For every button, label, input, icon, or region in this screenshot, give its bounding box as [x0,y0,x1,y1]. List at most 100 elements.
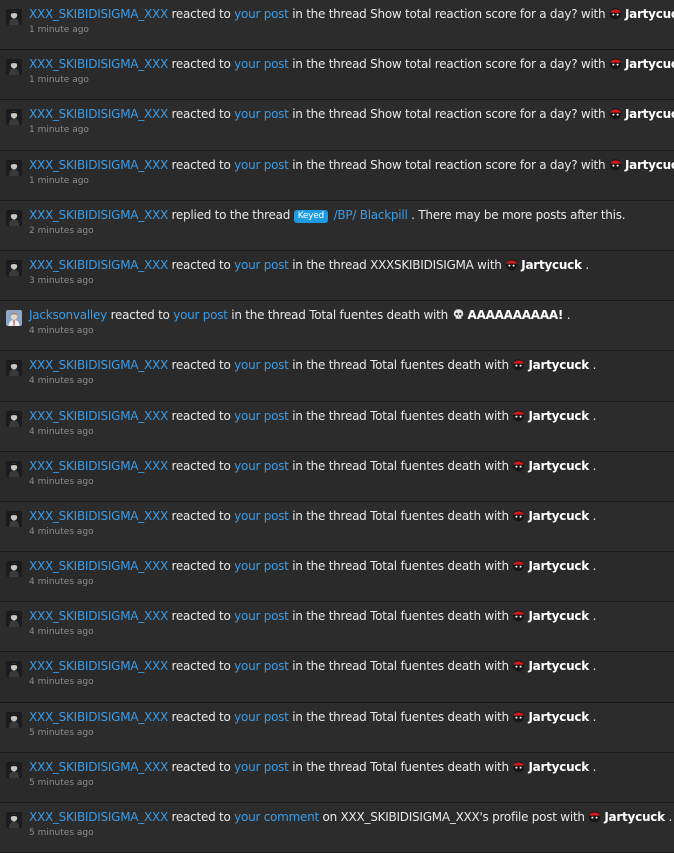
post-link[interactable]: your post [234,358,289,372]
username-link[interactable]: XXX_SKIBIDISIGMA_XXX [29,509,168,523]
red-faced-emoji-icon [512,459,525,472]
alert-timestamp[interactable]: 4 minutes ago [29,676,674,688]
post-link[interactable]: your post [234,659,289,673]
post-link[interactable]: your post [234,559,289,573]
post-link[interactable]: your post [234,107,289,121]
username-link[interactable]: XXX_SKIBIDISIGMA_XXX [29,358,168,372]
avatar-user[interactable] [6,109,22,126]
post-link[interactable]: your post [234,258,289,272]
red-faced-emoji-icon [505,258,518,271]
reaction-name: Jartycuck [528,759,589,774]
alert-context: in the thread Total fuentes death with [292,458,509,473]
alert-context: in the thread Show total reaction score … [292,157,606,172]
post-link[interactable]: your post [234,609,289,623]
alert-verb: reacted to [171,358,231,373]
alert-timestamp[interactable]: 4 minutes ago [29,426,674,438]
reaction-name: Jartycuck [528,609,589,624]
alert-end: . [566,308,571,323]
avatar-user[interactable] [6,209,22,226]
alert-timestamp[interactable]: 2 minutes ago [29,225,674,237]
alert-text: XXX_SKIBIDISIGMA_XXX reacted to your pos… [29,56,674,72]
avatar-user[interactable] [6,561,22,578]
alert-context: in the thread Total fuentes death with [292,508,509,523]
alert-text: XXX_SKIBIDISIGMA_XXX reacted to your pos… [29,658,674,674]
alert-timestamp[interactable]: 4 minutes ago [29,626,674,638]
alert-verb: reacted to [171,659,231,674]
alert-context: in the thread Total fuentes death with [292,759,509,774]
avatar-user[interactable] [6,9,22,25]
alert-text: XXX_SKIBIDISIGMA_XXX reacted to your pos… [29,357,674,373]
avatar-user[interactable] [6,360,22,377]
alert-context: in the thread Total fuentes death with [292,408,509,423]
avatar-user[interactable] [6,259,22,276]
alert-timestamp[interactable]: 3 minutes ago [29,275,674,287]
alert-timestamp[interactable]: 4 minutes ago [29,526,674,538]
reaction-name: Jartycuck [624,157,674,172]
post-link[interactable]: your comment [234,810,319,824]
alert-row: XXX_SKIBIDISIGMA_XXX reacted to your pos… [0,151,674,201]
avatar-user[interactable] [6,410,22,427]
reaction-name: Jartycuck [528,458,589,473]
username-link[interactable]: XXX_SKIBIDISIGMA_XXX [29,710,168,724]
username-link[interactable]: XXX_SKIBIDISIGMA_XXX [29,107,168,121]
alert-timestamp[interactable]: 1 minute ago [29,74,674,86]
post-link[interactable]: your post [234,7,289,21]
alert-end: . [592,709,597,724]
alert-timestamp[interactable]: 5 minutes ago [29,777,674,789]
alert-row: XXX_SKIBIDISIGMA_XXX reacted to your pos… [0,401,674,452]
thread-link[interactable]: /BP/ Blackpill [334,208,408,222]
avatar-user[interactable] [6,711,22,728]
username-link[interactable]: XXX_SKIBIDISIGMA_XXX [29,57,168,71]
alert-context: in the thread Total fuentes death with [292,709,509,724]
username-link[interactable]: XXX_SKIBIDISIGMA_XXX [29,659,168,673]
username-link[interactable]: XXX_SKIBIDISIGMA_XXX [29,409,168,423]
alert-timestamp[interactable]: 1 minute ago [29,124,674,136]
username-link[interactable]: XXX_SKIBIDISIGMA_XXX [29,158,168,172]
post-link[interactable]: your post [173,308,228,322]
alert-timestamp[interactable]: 4 minutes ago [29,325,674,337]
alert-context: in the thread Show total reaction score … [292,107,606,122]
avatar-user[interactable] [6,611,22,628]
avatar-user[interactable] [6,59,22,76]
post-link[interactable]: your post [234,509,289,523]
username-link[interactable]: XXX_SKIBIDISIGMA_XXX [29,810,168,824]
alert-context: in the thread Total fuentes death with [292,659,509,674]
username-link[interactable]: XXX_SKIBIDISIGMA_XXX [29,258,168,272]
username-link[interactable]: Jacksonvalley [29,308,107,322]
username-link[interactable]: XXX_SKIBIDISIGMA_XXX [29,208,168,222]
alert-verb: reacted to [171,257,231,272]
alert-timestamp[interactable]: 5 minutes ago [29,727,674,739]
post-link[interactable]: your post [234,459,289,473]
alert-timestamp[interactable]: 4 minutes ago [29,576,674,588]
avatar-user[interactable] [6,761,22,778]
alert-row: XXX_SKIBIDISIGMA_XXX reacted to your pos… [0,100,674,151]
alert-verb: reacted to [171,810,231,824]
alert-timestamp[interactable]: 4 minutes ago [29,476,674,488]
alert-verb: reacted to [171,408,231,423]
alert-timestamp[interactable]: 5 minutes ago [29,827,674,839]
alert-context: in the thread Total fuentes death with [292,358,509,373]
thread-prefix-badge[interactable]: Keyed [293,209,329,223]
avatar-user[interactable] [6,812,22,828]
alert-timestamp[interactable]: 1 minute ago [29,24,674,36]
avatar-user[interactable] [6,510,22,527]
alert-timestamp[interactable]: 1 minute ago [29,175,674,187]
post-link[interactable]: your post [234,57,289,71]
post-link[interactable]: your post [234,409,289,423]
alert-row: XXX_SKIBIDISIGMA_XXX reacted to your pos… [0,652,674,703]
username-link[interactable]: XXX_SKIBIDISIGMA_XXX [29,559,168,573]
alert-timestamp[interactable]: 4 minutes ago [29,375,674,387]
avatar-jacksonvalley[interactable] [6,310,22,327]
username-link[interactable]: XXX_SKIBIDISIGMA_XXX [29,760,168,774]
avatar-user[interactable] [6,159,22,176]
avatar-user[interactable] [6,460,22,477]
alert-context: in the thread Show total reaction score … [292,57,606,72]
post-link[interactable]: your post [234,760,289,774]
avatar-user[interactable] [6,661,22,678]
post-link[interactable]: your post [234,158,289,172]
username-link[interactable]: XXX_SKIBIDISIGMA_XXX [29,459,168,473]
username-link[interactable]: XXX_SKIBIDISIGMA_XXX [29,609,168,623]
username-link[interactable]: XXX_SKIBIDISIGMA_XXX [29,7,168,21]
reaction-name: Jartycuck [624,7,674,21]
post-link[interactable]: your post [234,710,289,724]
